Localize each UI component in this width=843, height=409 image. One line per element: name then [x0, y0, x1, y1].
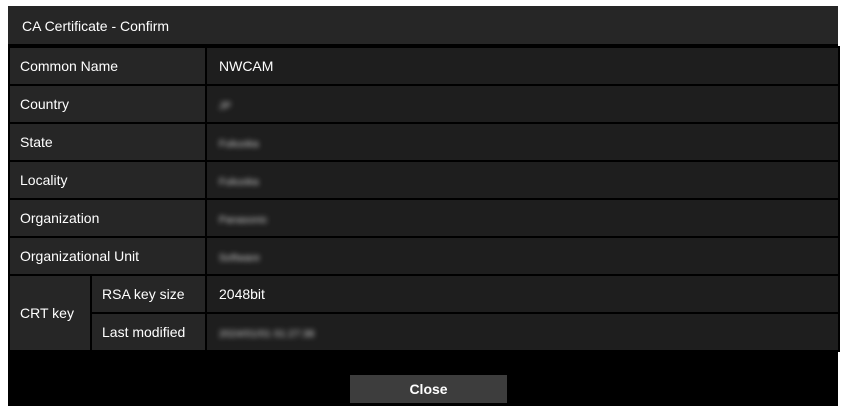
organization-value-cell: Panasonic [205, 198, 840, 238]
last-modified-value-cell: 2024/01/01 01:27:38 [205, 312, 840, 352]
dialog-title-bar: CA Certificate - Confirm [8, 6, 838, 46]
table-row: CRT key RSA key size 2048bit [8, 274, 840, 352]
rsa-key-size-value: 2048bit [205, 274, 840, 314]
organizational-unit-value: Software [219, 253, 261, 264]
locality-value-cell: Fukuoka [205, 160, 840, 200]
country-value-cell: JP [205, 84, 840, 124]
dialog-title: CA Certificate - Confirm [22, 18, 170, 34]
state-value-cell: Fukuoka [205, 122, 840, 162]
organizational-unit-value-cell: Software [205, 236, 840, 276]
ca-certificate-confirm-dialog: CA Certificate - Confirm Common Name NWC… [8, 6, 840, 406]
table-row: Common Name NWCAM [8, 46, 840, 86]
table-row: Organization Panasonic [8, 198, 840, 238]
certificate-info-table: Common Name NWCAM Country JP State Fukuo… [8, 46, 840, 352]
state-value: Fukuoka [219, 139, 259, 150]
country-label: Country [8, 84, 207, 124]
last-modified-label: Last modified [90, 312, 207, 352]
locality-value: Fukuoka [219, 177, 259, 188]
state-label: State [8, 122, 207, 162]
country-value: JP [219, 101, 232, 112]
dialog-footer: Close [8, 366, 838, 406]
close-button[interactable]: Close [350, 375, 507, 403]
common-name-label: Common Name [8, 46, 207, 86]
table-row: Organizational Unit Software [8, 236, 840, 276]
table-row: State Fukuoka [8, 122, 840, 162]
common-name-value: NWCAM [205, 46, 840, 86]
organizational-unit-label: Organizational Unit [8, 236, 207, 276]
table-row: Locality Fukuoka [8, 160, 840, 200]
organization-label: Organization [8, 198, 207, 238]
table-row: Country JP [8, 84, 840, 124]
table-row: Last modified 2024/01/01 01:27:38 [9, 312, 840, 352]
organization-value: Panasonic [219, 215, 268, 226]
crt-key-label: CRT key [8, 274, 92, 352]
last-modified-value: 2024/01/01 01:27:38 [219, 329, 315, 340]
rsa-key-size-label: RSA key size [90, 274, 207, 314]
locality-label: Locality [8, 160, 207, 200]
